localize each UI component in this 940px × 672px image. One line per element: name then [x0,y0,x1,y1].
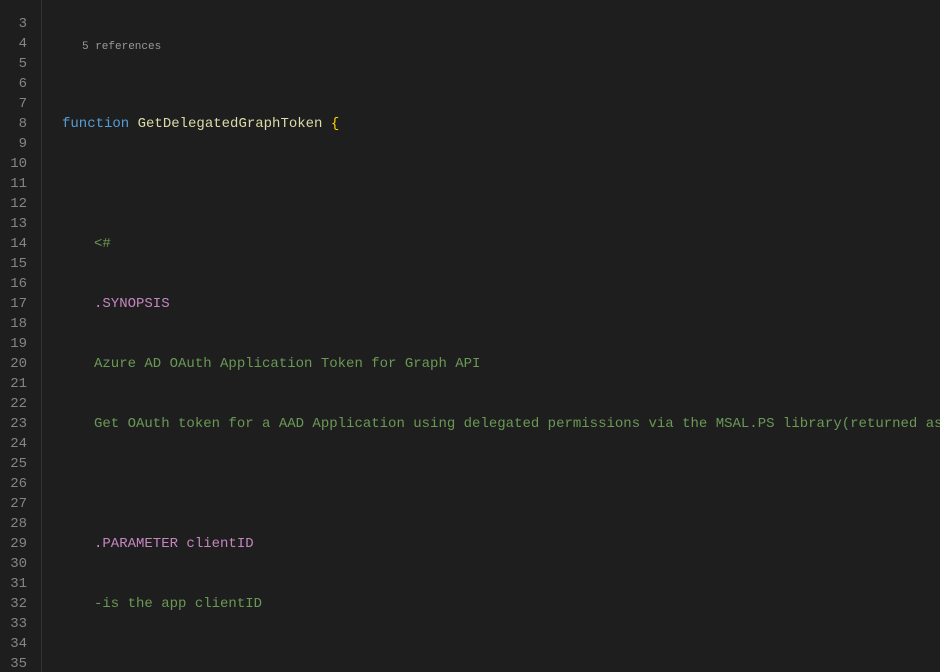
line-number: 5 [0,54,27,74]
line-number: 30 [0,554,27,574]
code-line[interactable]: Get OAuth token for a AAD Application us… [62,414,940,434]
line-number: 15 [0,254,27,274]
function-name: GetDelegatedGraphToken [138,116,323,132]
doc-open: <# [94,236,111,252]
line-number: 14 [0,234,27,254]
code-line[interactable] [62,174,940,194]
line-number: 3 [0,14,27,34]
line-number: 11 [0,174,27,194]
doc-parameter: .PARAMETER clientID [94,536,254,552]
line-number: 18 [0,314,27,334]
line-number: 29 [0,534,27,554]
line-number: 33 [0,614,27,634]
line-number: 26 [0,474,27,494]
code-line[interactable]: function GetDelegatedGraphToken { [62,114,940,134]
doc-text: -is the app clientID [94,596,262,612]
line-number: 16 [0,274,27,294]
line-number-gutter: 3 4 5 6 7 8 9 10 11 12 13 14 15 16 17 18… [0,0,42,672]
line-number: 34 [0,634,27,654]
doc-text: Azure AD OAuth Application Token for Gra… [94,356,480,372]
line-number: 19 [0,334,27,354]
doc-text: Get OAuth token for a AAD Application us… [94,416,940,432]
line-number: 9 [0,134,27,154]
line-number: 12 [0,194,27,214]
line-number: 7 [0,94,27,114]
code-line[interactable] [62,474,940,494]
line-number: 10 [0,154,27,174]
line-number: 31 [0,574,27,594]
line-number: 32 [0,594,27,614]
codelens-references[interactable]: 5 references [62,40,940,54]
line-number: 6 [0,74,27,94]
line-number: 8 [0,114,27,134]
line-number: 17 [0,294,27,314]
line-number: 21 [0,374,27,394]
brace-open: { [331,116,339,132]
code-line[interactable]: -is the app clientID [62,594,940,614]
line-number: 22 [0,394,27,414]
code-line[interactable]: Azure AD OAuth Application Token for Gra… [62,354,940,374]
line-number: 35 [0,654,27,672]
code-content[interactable]: 5 references function GetDelegatedGraphT… [42,0,940,672]
code-editor[interactable]: 3 4 5 6 7 8 9 10 11 12 13 14 15 16 17 18… [0,0,940,672]
doc-synopsis: .SYNOPSIS [94,296,170,312]
code-line[interactable]: .SYNOPSIS [62,294,940,314]
line-number: 25 [0,454,27,474]
line-number: 4 [0,34,27,54]
line-number: 23 [0,414,27,434]
code-line[interactable]: .PARAMETER clientID [62,534,940,554]
line-number: 24 [0,434,27,454]
line-number: 27 [0,494,27,514]
code-line[interactable] [62,654,940,672]
keyword-function: function [62,116,129,132]
line-number: 28 [0,514,27,534]
code-line[interactable]: <# [62,234,940,254]
line-number: 13 [0,214,27,234]
line-number: 20 [0,354,27,374]
